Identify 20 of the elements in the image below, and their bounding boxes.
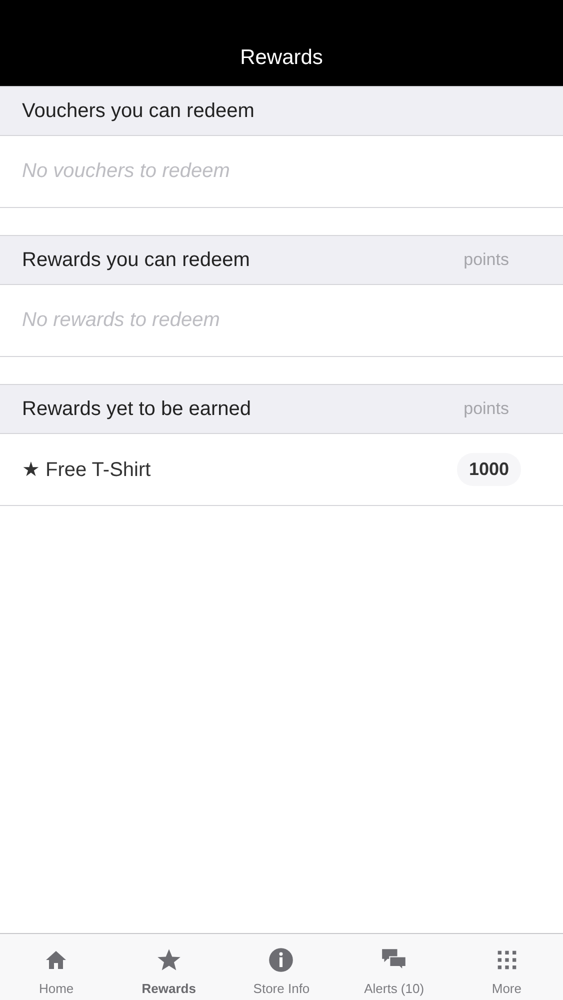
- column-label: points: [464, 399, 509, 419]
- section-title: Rewards yet to be earned: [22, 398, 252, 420]
- column-label: points: [464, 250, 509, 270]
- home-icon: [44, 948, 68, 972]
- tab-item[interactable]: Rewards: [112, 934, 226, 1000]
- reward-name: ★ Free T-Shirt: [22, 458, 151, 482]
- screen-title: Rewards: [240, 46, 323, 70]
- tab-item[interactable]: Alerts (10): [338, 934, 450, 1000]
- star-icon: [156, 947, 182, 973]
- tab-item[interactable]: More: [450, 934, 563, 1000]
- section-title: Rewards you can redeem: [22, 248, 250, 272]
- tab-item[interactable]: Store Info: [225, 934, 338, 1000]
- grid-icon: [496, 949, 518, 971]
- tab-item[interactable]: Home: [0, 934, 113, 1000]
- reward-row[interactable]: ★ Free T-Shirt 1000: [0, 434, 563, 505]
- empty-message: No vouchers to redeem: [22, 160, 230, 183]
- empty-message: No rewards to redeem: [22, 309, 220, 332]
- points-badge: 1000: [456, 453, 521, 486]
- section-title: Vouchers you can redeem: [22, 100, 254, 122]
- info-icon: [268, 947, 294, 973]
